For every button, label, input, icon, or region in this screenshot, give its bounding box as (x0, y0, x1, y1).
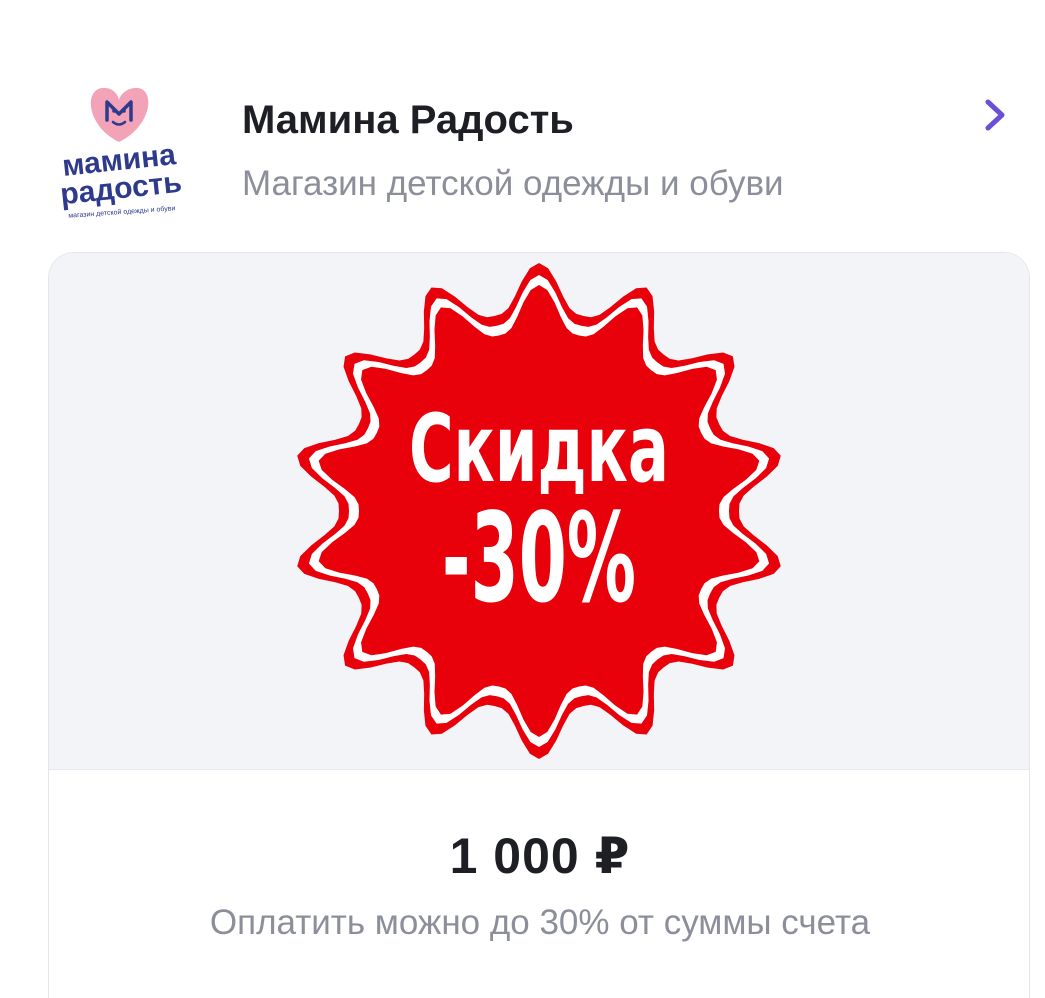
shop-description: Магазин детской одежды и обуви (242, 164, 784, 203)
logo-eye-left (112, 109, 116, 113)
promo-banner: Скидка -30% (49, 253, 1029, 770)
badge-percent: -30% (442, 486, 636, 630)
chevron-right-icon (985, 99, 1005, 131)
offer-card[interactable]: Скидка -30% 1 000 ₽ Оплатить можно до 30… (48, 252, 1030, 998)
shop-name: Мамина Радость (242, 98, 574, 142)
open-shop-button[interactable] (972, 90, 1016, 140)
shop-logo: мамина радость магазин детской одежды и … (59, 87, 183, 220)
page: мамина радость магазин детской одежды и … (0, 0, 1045, 998)
price-label: 1 000 ₽ (449, 828, 631, 884)
payment-note: Оплатить можно до 30% от суммы счета (209, 903, 871, 942)
shop-header[interactable]: мамина радость магазин детской одежды и … (0, 60, 1045, 230)
logo-eye-right (122, 109, 126, 113)
discount-badge: Скидка -30% (297, 263, 781, 759)
